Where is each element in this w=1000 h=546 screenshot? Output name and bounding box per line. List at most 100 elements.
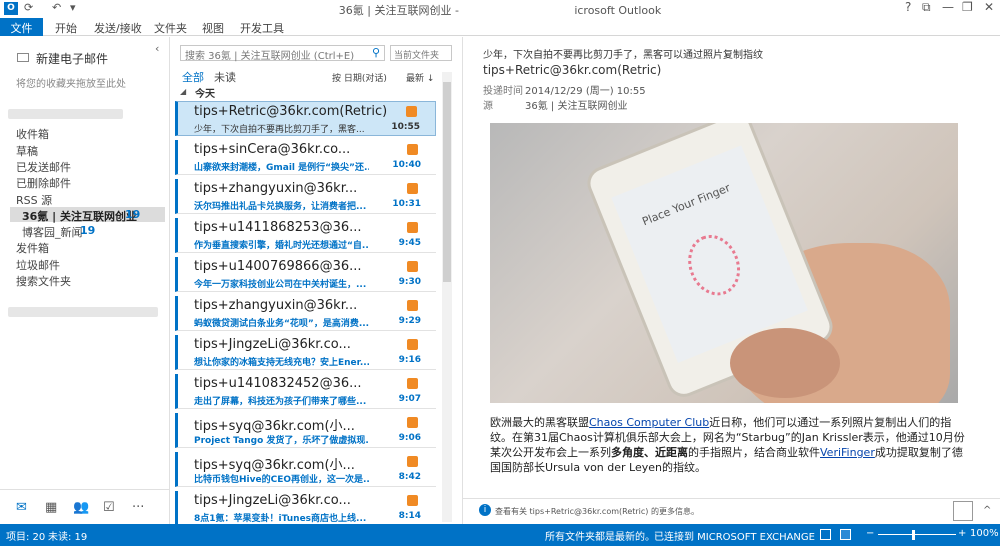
tab-view[interactable]: 视图: [202, 20, 224, 36]
folder-rss-root[interactable]: RSS 源: [16, 192, 52, 208]
maximize-button[interactable]: ❐: [962, 0, 973, 14]
source-value: 36氪 | 关注互联网创业: [525, 101, 628, 112]
body-bold-1: 多角度、近距离: [611, 446, 688, 459]
zoom-out-button[interactable]: −: [866, 528, 874, 539]
more-icon[interactable]: ···: [132, 500, 144, 515]
message-from: tips+zhangyuxin@36kr...: [194, 298, 358, 313]
message-item[interactable]: tips+u1400769866@36... 今年一万家科技创业公司在中关村诞生，…: [175, 257, 436, 292]
tab-send-receive[interactable]: 发送/接收: [94, 20, 142, 36]
zoom-in-button[interactable]: +: [958, 528, 966, 539]
message-subject-preview: 沃尔玛推出礼品卡兑换服务，让消费者把...: [194, 202, 367, 212]
message-item[interactable]: tips+syq@36kr.com(小... 比特币钱包Hive的CEO再创业，这…: [175, 452, 436, 487]
title-bar: O ⟳ ↶ ▾ 36氪 | 关注互联网创业 - icrosoft Outlook…: [0, 0, 1000, 18]
outlook-window: O ⟳ ↶ ▾ 36氪 | 关注互联网创业 - icrosoft Outlook…: [0, 0, 1000, 546]
rss-feed-36kr[interactable]: 36氪 | 关注互联网创业: [22, 208, 137, 224]
rss-icon: [407, 222, 418, 233]
people-icon[interactable]: 👥: [73, 500, 89, 515]
ribbon-display-button[interactable]: ⧉: [922, 0, 931, 15]
minimize-button[interactable]: —: [942, 0, 954, 14]
calendar-icon[interactable]: ▦: [45, 500, 57, 515]
phone-screen-text: Place Your Finger: [640, 181, 733, 229]
zoom-level[interactable]: 100%: [970, 528, 999, 539]
list-scrollbar[interactable]: [442, 72, 452, 522]
body-text-1: 欧洲最大的黑客联盟: [490, 416, 589, 429]
tab-developer[interactable]: 开发工具: [240, 20, 284, 36]
rss-icon: [407, 495, 418, 506]
message-time: 10:40: [392, 160, 421, 170]
sent-label: 投递时间: [483, 86, 523, 97]
message-item[interactable]: tips+u1411868253@36... 作为垂直搜索引擎，婚礼时光还想通过“…: [175, 218, 436, 253]
article-body: 欧洲最大的黑客联盟Chaos Computer Club近日称，他们可以通过一系…: [490, 415, 970, 475]
favorites-hint: 将您的收藏夹拖放至此处: [16, 79, 126, 90]
tab-folder[interactable]: 文件夹: [154, 20, 187, 36]
message-item[interactable]: tips+sinCera@36kr.co... 山寨欲来封潮楼，Gmail 是例行…: [175, 140, 436, 175]
tasks-icon[interactable]: ☑: [103, 500, 115, 515]
folder-drafts[interactable]: 草稿: [16, 143, 38, 159]
account-header[interactable]: [8, 109, 123, 119]
rss-feed-cnblogs[interactable]: 博客园_新闻: [22, 224, 83, 240]
message-from: tips+JingzeLi@36kr.co...: [194, 337, 351, 352]
navigation-pane: ‹ 新建电子邮件 将您的收藏夹拖放至此处 收件箱 草稿 已发送邮件 已删除邮件 …: [0, 37, 170, 524]
search-input[interactable]: 搜索 36氪 | 关注互联网创业 (Ctrl+E): [180, 45, 385, 62]
rss-icon: [407, 144, 418, 155]
message-from: tips+sinCera@36kr.co...: [194, 142, 351, 157]
rss-icon: [407, 417, 418, 428]
reading-view-icon[interactable]: [840, 529, 851, 540]
normal-view-icon[interactable]: [820, 529, 831, 540]
message-item[interactable]: tips+zhangyuxin@36kr... 沃尔玛推出礼品卡兑换服务，让消费者…: [175, 179, 436, 214]
folder-inbox[interactable]: 收件箱: [16, 126, 49, 142]
collapse-pane-icon[interactable]: ‹: [155, 42, 159, 55]
account-header-2[interactable]: [8, 307, 158, 317]
folder-outbox[interactable]: 发件箱: [16, 240, 49, 256]
tab-file[interactable]: 文件: [0, 18, 43, 36]
tab-home[interactable]: 开始: [55, 20, 77, 36]
zoom-slider[interactable]: [878, 534, 956, 535]
folder-sent[interactable]: 已发送邮件: [16, 159, 71, 175]
status-unread: 未读: 19: [48, 532, 88, 543]
sort-by-dropdown[interactable]: 按 日期(对话): [332, 71, 387, 84]
filter-unread[interactable]: 未读: [214, 69, 236, 85]
message-item[interactable]: tips+u1410832452@36... 走出了屏幕，科技还为孩子们带来了哪些…: [175, 374, 436, 409]
folder-junk[interactable]: 垃圾邮件: [16, 257, 60, 273]
message-subject-preview: 想让你家的冰箱支持无线充电？安上Ener...: [194, 358, 369, 368]
sent-value: 2014/12/29 (周一) 10:55: [525, 86, 646, 97]
scrollbar-thumb[interactable]: [443, 82, 451, 282]
verifinger-link[interactable]: VeriFinger: [820, 446, 875, 459]
message-sender[interactable]: tips+Retric@36kr.com(Retric): [483, 63, 661, 77]
group-collapse-icon[interactable]: ◢: [180, 87, 186, 96]
message-time: 9:07: [398, 394, 421, 404]
message-subject: 少年，下次自拍不要再比剪刀手了，黑客可以通过照片复制指纹: [483, 50, 763, 61]
message-time: 8:42: [398, 472, 421, 482]
avatar[interactable]: [953, 501, 973, 521]
chaos-computer-club-link[interactable]: Chaos Computer Club: [589, 416, 709, 429]
folder-deleted[interactable]: 已删除邮件: [16, 175, 71, 191]
message-item[interactable]: tips+Retric@36kr.com(Retric) 少年，下次自拍不要再比剪…: [175, 101, 436, 136]
folder-search[interactable]: 搜索文件夹: [16, 273, 71, 289]
sort-order-button[interactable]: 最新 ↓: [406, 71, 434, 84]
message-subject-preview: Project Tango 发货了，乐坏了做虚拟现...: [194, 436, 369, 446]
rss-feed-36kr-count: 19: [125, 208, 141, 221]
close-button[interactable]: ✕: [984, 0, 994, 14]
message-from: tips+syq@36kr.com(小...: [194, 458, 355, 473]
new-mail-button[interactable]: 新建电子邮件: [36, 50, 108, 67]
rss-icon: [407, 339, 418, 350]
zoom-slider-thumb[interactable]: [912, 530, 915, 540]
people-pane-text[interactable]: 查看有关 tips+Retric@36kr.com(Retric) 的更多信息。: [495, 506, 699, 517]
help-button[interactable]: ?: [905, 0, 911, 14]
rss-icon: [407, 378, 418, 389]
info-icon: i: [479, 504, 491, 516]
filter-all[interactable]: 全部: [182, 69, 204, 85]
search-scope-dropdown[interactable]: 当前文件夹: [390, 45, 452, 61]
message-item[interactable]: tips+syq@36kr.com(小... Project Tango 发货了，…: [175, 413, 436, 448]
mail-icon[interactable]: ✉: [16, 500, 27, 515]
message-item[interactable]: tips+JingzeLi@36kr.co... 8点1氪：苹果变卦！iTunes…: [175, 491, 436, 526]
message-subject-preview: 今年一万家科技创业公司在中关村诞生，...: [194, 280, 367, 290]
rss-icon: [406, 106, 417, 117]
message-item[interactable]: tips+zhangyuxin@36kr... 蚂蚁微贷测试白条业务“花呗”，是高…: [175, 296, 436, 331]
people-pane-expand-icon[interactable]: ^: [983, 505, 991, 516]
message-item[interactable]: tips+JingzeLi@36kr.co... 想让你家的冰箱支持无线充电？安上…: [175, 335, 436, 370]
article-photo: Place Your Finger: [490, 123, 958, 403]
search-icon[interactable]: ⚲: [372, 46, 380, 59]
body-text-3: 的手指照片，结合商业软件: [688, 446, 820, 459]
nav-bottom-bar: ✉ ▦ 👥 ☑ ···: [0, 489, 169, 524]
